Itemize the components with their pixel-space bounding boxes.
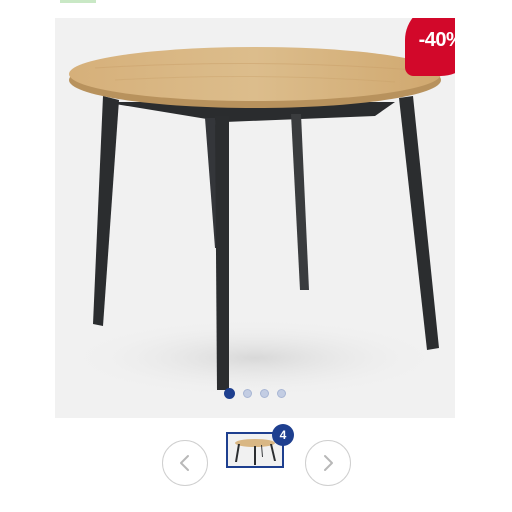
image-thumbnail[interactable]: 4	[226, 424, 294, 468]
floor-shadow	[65, 318, 445, 398]
table-leg-front-right	[399, 96, 439, 350]
thumbnail-count-label: 4	[279, 428, 287, 442]
table-leg-back-right	[291, 114, 309, 290]
chevron-right-icon	[324, 455, 333, 471]
carousel-pagination	[55, 388, 455, 399]
chevron-left-icon	[180, 455, 189, 471]
next-image-button[interactable]	[305, 440, 351, 486]
discount-badge-label: -40%	[418, 28, 455, 51]
carousel-dot-2[interactable]	[243, 389, 252, 398]
tabletop	[69, 47, 441, 101]
carousel-dot-4[interactable]	[277, 389, 286, 398]
table-leg-front-center	[215, 116, 229, 390]
table-leg-front-left	[93, 96, 119, 326]
discount-badge: -40%	[405, 18, 455, 76]
thumbnail-count-badge: 4	[272, 424, 294, 446]
top-accent-strip	[60, 0, 96, 3]
product-image-gallery[interactable]: -40%	[55, 18, 455, 418]
carousel-dot-1[interactable]	[224, 388, 235, 399]
product-image	[65, 47, 445, 398]
carousel-dot-3[interactable]	[260, 389, 269, 398]
previous-image-button[interactable]	[162, 440, 208, 486]
